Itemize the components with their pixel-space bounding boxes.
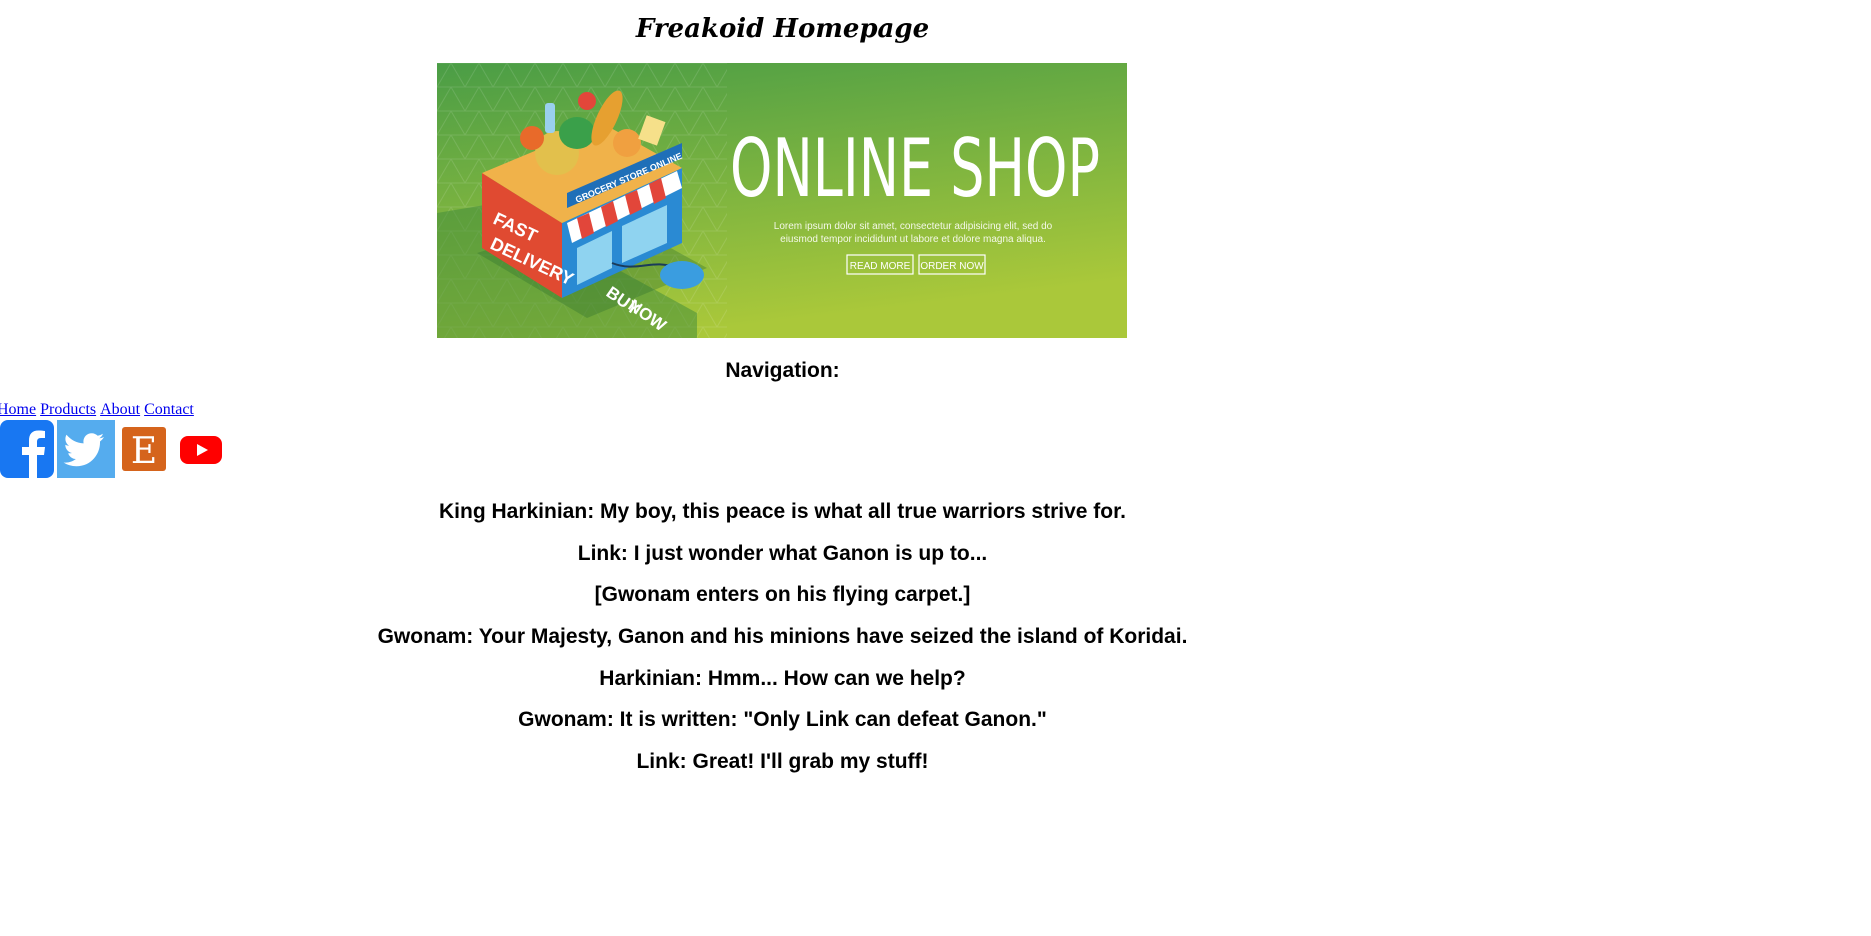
dialogue-line: Harkinian: Hmm... How can we help? [599,666,966,690]
facebook-icon [0,420,54,478]
dialogue-section: King Harkinian: My boy, this peace is wh… [0,496,1565,788]
etsy-icon: E [122,427,166,472]
nav-heading: Navigation: [725,359,840,382]
nav-links: Home Products About Contact [0,401,194,419]
nav-link-about[interactable]: About [100,401,140,418]
online-shop-banner: GROCERY STORE ONLINE FAST DELIVERY BUY N… [437,63,1127,338]
banner-headline: ONLINE SHOP [730,122,1100,215]
nav-link-contact[interactable]: Contact [144,401,194,418]
youtube-icon [180,436,222,464]
nav-link-home[interactable]: Home [0,401,36,418]
read-more-label: READ MORE [850,261,911,272]
dialogue-line: [Gwonam enters on his flying carpet.] [594,583,971,607]
youtube-link[interactable] [180,436,222,469]
dialogue-line: King Harkinian: My boy, this peace is wh… [439,500,1126,523]
banner-subtext-2: eiusmod tempor incididunt ut labore et d… [780,234,1046,245]
nav-link-products[interactable]: Products [40,401,96,418]
etsy-link[interactable]: E [122,427,166,476]
order-now-label: ORDER NOW [920,261,984,272]
page-title: Freakoid Homepage [635,14,930,44]
dialogue-line: Link: I just wonder what Ganon is up to.… [577,541,988,565]
etsy-letter: E [131,431,157,471]
dialogue-line: Link: Great! I'll grab my stuff! [636,750,929,774]
facebook-link[interactable] [0,420,54,483]
banner-subtext-1: Lorem ipsum dolor sit amet, consectetur … [774,221,1053,232]
dialogue-line: Gwonam: Your Majesty, Ganon and his mini… [377,625,1188,649]
twitter-icon [57,420,115,478]
dialogue-line: Gwonam: It is written: "Only Link can de… [518,708,1047,732]
twitter-link[interactable] [57,420,115,483]
